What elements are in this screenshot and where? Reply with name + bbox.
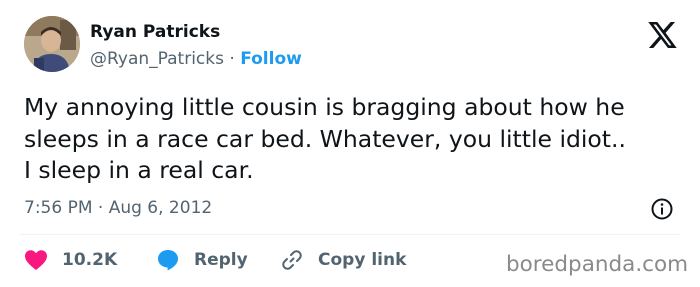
follow-button[interactable]: Follow	[240, 49, 302, 69]
author-name[interactable]: Ryan Patricks	[90, 22, 220, 42]
tweet-text-line: I sleep in a real car.	[24, 156, 254, 184]
reply-button[interactable]: Reply	[156, 246, 248, 274]
reply-bubble-icon	[158, 250, 178, 271]
watermark: boredpanda.com	[506, 252, 689, 277]
x-logo-icon[interactable]	[648, 22, 677, 48]
avatar-photo	[24, 16, 80, 72]
tweet-text-line: My annoying little cousin is bragging ab…	[24, 93, 625, 121]
author-handle[interactable]: @Ryan_Patricks	[90, 49, 224, 69]
reply-label: Reply	[194, 250, 248, 270]
like-count: 10.2K	[62, 250, 118, 270]
link-icon	[282, 250, 302, 270]
author-handle-row: @Ryan_Patricks · Follow	[90, 49, 302, 69]
tweet-text-line: sleeps in a race car bed. Whatever, you …	[24, 124, 626, 153]
separator-dot: ·	[229, 49, 235, 69]
heart-icon	[25, 250, 47, 270]
copy-link-label: Copy link	[318, 250, 407, 270]
tweet-text: My annoying little cousin is bragging ab…	[24, 92, 689, 187]
copy-link-button[interactable]: Copy link	[280, 246, 406, 274]
like-button[interactable]: 10.2K	[24, 246, 117, 274]
tweet-timestamp[interactable]: 7:56 PM · Aug 6, 2012	[24, 198, 212, 218]
divider	[20, 234, 680, 235]
info-icon[interactable]	[650, 197, 674, 221]
avatar[interactable]	[24, 16, 80, 72]
